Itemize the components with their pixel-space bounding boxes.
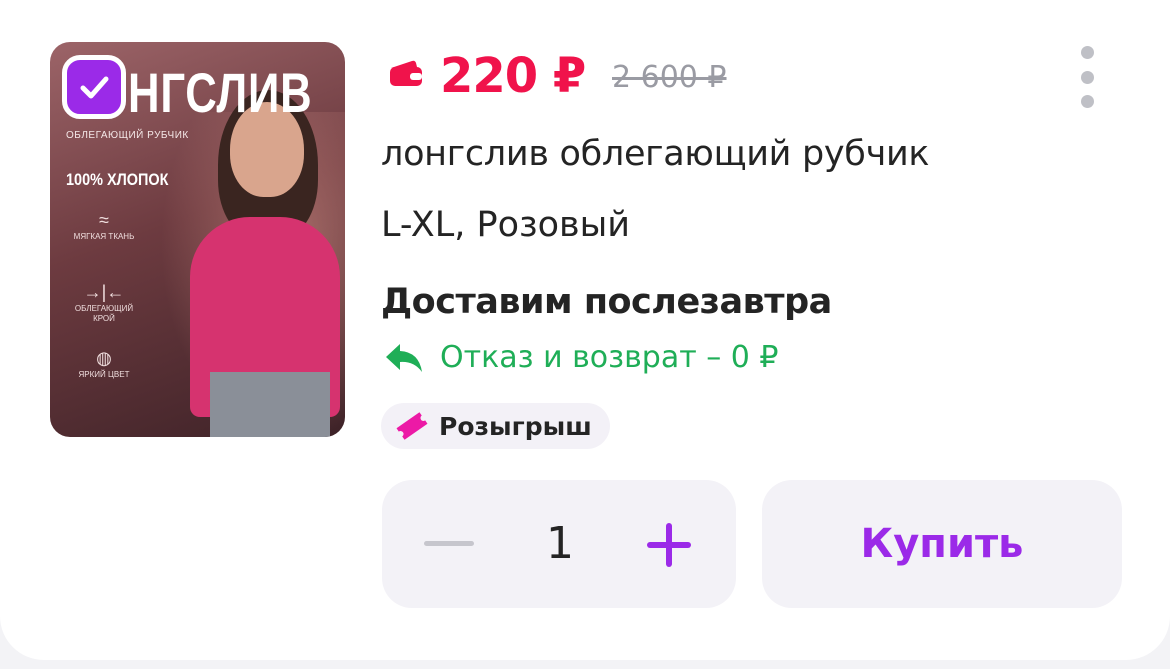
product-variant: L-XL, Розовый bbox=[381, 205, 631, 245]
buy-button-label: Купить bbox=[860, 521, 1024, 567]
verified-check-icon bbox=[62, 55, 126, 119]
quantity-value: 1 bbox=[546, 518, 574, 569]
image-feature-label: МЯГКАЯ ТКАНЬ bbox=[73, 232, 135, 241]
old-price: 2 600 ₽ bbox=[612, 60, 727, 95]
more-options-button[interactable] bbox=[1070, 42, 1104, 112]
ticket-icon bbox=[396, 412, 428, 440]
raffle-label: Розыгрыш bbox=[439, 411, 592, 441]
return-policy: Отказ и возврат – 0 ₽ bbox=[384, 340, 778, 375]
image-brand-text: НГСЛИВ bbox=[128, 61, 313, 124]
wallet-icon bbox=[390, 60, 422, 86]
fit-arrows-icon: →|← bbox=[83, 282, 125, 302]
image-feature-fit: →|← ОБЛЕГАЮЩИЙ КРОЙ bbox=[64, 282, 144, 324]
model-jeans bbox=[210, 372, 330, 437]
increase-quantity-button[interactable] bbox=[644, 520, 694, 570]
product-card: НГСЛИВ ОБЛЕГАЮЩИЙ РУБЧИК 100% ХЛОПОК ≈ М… bbox=[0, 0, 1170, 660]
raffle-badge[interactable]: Розыгрыш bbox=[381, 403, 610, 449]
more-dot-icon bbox=[1080, 46, 1094, 59]
product-title[interactable]: лонгслив облегающий рубчик bbox=[381, 134, 930, 174]
image-feature-label: ЯРКИЙ ЦВЕТ bbox=[78, 370, 130, 379]
feather-icon: ≈ bbox=[99, 210, 109, 230]
decrease-quantity-button[interactable] bbox=[424, 541, 474, 546]
quantity-stepper: 1 bbox=[382, 480, 736, 608]
delivery-info: Доставим послезавтра bbox=[381, 282, 832, 322]
palette-icon: ◍ bbox=[96, 348, 112, 368]
more-dot-icon bbox=[1080, 95, 1094, 108]
return-policy-text: Отказ и возврат – 0 ₽ bbox=[440, 340, 779, 375]
more-dot-icon bbox=[1080, 70, 1094, 84]
image-feature-label: ОБЛЕГАЮЩИЙ КРОЙ bbox=[74, 304, 134, 323]
image-feature-soft: ≈ МЯГКАЯ ТКАНЬ bbox=[64, 210, 144, 242]
image-subtitle: ОБЛЕГАЮЩИЙ РУБЧИК bbox=[66, 130, 189, 141]
image-cotton-label: 100% ХЛОПОК bbox=[66, 170, 169, 189]
current-price: 220 ₽ bbox=[440, 48, 586, 104]
return-arrow-icon bbox=[386, 343, 422, 372]
image-feature-color: ◍ ЯРКИЙ ЦВЕТ bbox=[64, 348, 144, 380]
buy-button[interactable]: Купить bbox=[762, 480, 1122, 608]
